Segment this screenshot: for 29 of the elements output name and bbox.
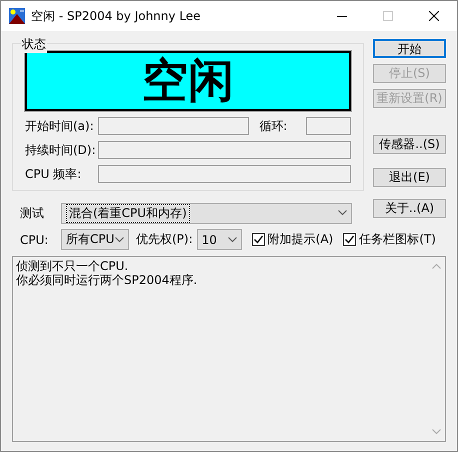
scroll-down-icon[interactable] (432, 429, 441, 435)
field-label: 循环: (259, 118, 288, 134)
priority-dropdown[interactable]: 10 (196, 229, 242, 250)
push-button[interactable]: 传感器..(S) (373, 135, 446, 154)
checkbox[interactable]: 附加提示(A) (252, 231, 334, 248)
window-title: 空闲 - SP2004 by Johnny Lee (31, 8, 202, 24)
status-display: 空闲 (25, 51, 351, 111)
push-button[interactable]: 退出(E) (373, 168, 446, 187)
scroll-up-icon[interactable] (432, 263, 441, 269)
log-line: 你必须同时运行两个SP2004程序. (16, 273, 198, 287)
push-button[interactable]: 关于..(A) (373, 199, 446, 218)
push-button[interactable]: 开始 (373, 39, 446, 58)
log-line: 侦测到不只一个CPU. (16, 259, 130, 273)
field-label: 优先权(P): (136, 231, 193, 248)
field-label: 测试 (19, 204, 45, 222)
field-label: CPU 频率: (25, 166, 82, 182)
field-label: CPU: (19, 232, 50, 246)
field-label: 开始时间(a): (25, 118, 95, 134)
field-label: 持续时间(D): (25, 142, 97, 158)
checkbox[interactable]: 任务栏图标(T) (343, 231, 436, 248)
app-icon (9, 8, 25, 24)
group-title: 状态 (21, 36, 47, 53)
maximize-icon (383, 11, 393, 21)
readout-field (306, 117, 351, 135)
cpu-dropdown[interactable]: 所有CPU (61, 229, 129, 250)
test-dropdown[interactable]: 混合(着重CPU和内存) (61, 202, 352, 224)
close-icon (429, 11, 439, 21)
check-icon (344, 234, 356, 245)
check-icon (252, 234, 264, 245)
